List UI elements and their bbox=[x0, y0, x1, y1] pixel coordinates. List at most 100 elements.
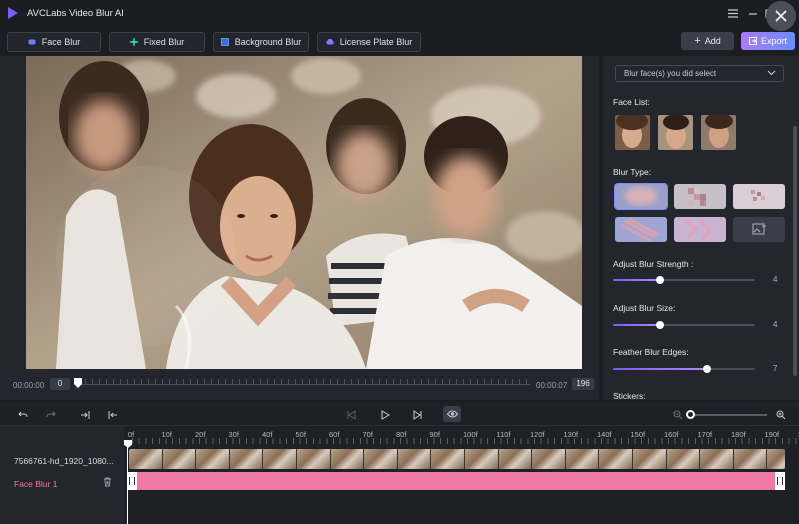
video-thumbnail bbox=[532, 449, 566, 469]
blur-type-pixel[interactable] bbox=[733, 184, 785, 209]
video-track-strip[interactable] bbox=[129, 449, 785, 469]
fixed-blur-label: Fixed Blur bbox=[143, 37, 185, 47]
blur-strength-knob[interactable] bbox=[655, 276, 664, 284]
license-plate-blur-label: License Plate Blur bbox=[339, 37, 413, 47]
car-icon bbox=[326, 39, 334, 45]
blur-type-mosaic[interactable] bbox=[674, 184, 726, 209]
zoom-slider[interactable] bbox=[689, 414, 767, 416]
blur-strength-label: Adjust Blur Strength : bbox=[613, 259, 694, 269]
blur-size-slider[interactable] bbox=[613, 321, 755, 329]
video-thumbnail bbox=[129, 449, 163, 469]
blur-strength-slider[interactable] bbox=[613, 276, 755, 284]
plus-icon: + bbox=[694, 35, 701, 47]
face-thumb-2[interactable] bbox=[658, 115, 693, 150]
video-preview[interactable] bbox=[26, 56, 582, 369]
chevron-down-icon bbox=[767, 69, 776, 78]
video-thumbnail bbox=[263, 449, 297, 469]
video-thumbnail bbox=[196, 449, 230, 469]
video-frame-image bbox=[26, 56, 582, 369]
settings-scrollbar[interactable] bbox=[793, 126, 797, 376]
video-thumbnail bbox=[431, 449, 465, 469]
video-thumbnail bbox=[229, 449, 264, 469]
feather-slider[interactable] bbox=[613, 365, 755, 373]
redo-icon[interactable] bbox=[44, 408, 58, 422]
video-thumbnail bbox=[162, 449, 197, 469]
clip-end-handle[interactable] bbox=[775, 472, 785, 490]
face-selection-value: Blur face(s) you did select bbox=[624, 69, 717, 78]
next-frame-icon[interactable] bbox=[411, 408, 425, 422]
current-time: 00:00:00 bbox=[13, 381, 45, 390]
scrub-playhead[interactable] bbox=[74, 378, 82, 388]
video-thumbnail bbox=[296, 449, 331, 469]
add-label: Add bbox=[704, 36, 721, 46]
video-thumbnail bbox=[464, 449, 499, 469]
image-add-icon bbox=[752, 223, 766, 235]
previous-frame-icon[interactable] bbox=[344, 408, 358, 422]
trash-icon[interactable] bbox=[103, 477, 112, 487]
blur-type-glass[interactable] bbox=[615, 217, 667, 242]
face-mask-icon bbox=[28, 39, 36, 45]
undo-icon[interactable] bbox=[16, 408, 30, 422]
current-frame-box[interactable]: 0 bbox=[50, 378, 70, 390]
clip-start-handle[interactable] bbox=[127, 472, 137, 490]
face-selection-dropdown[interactable]: Blur face(s) you did select bbox=[615, 65, 784, 82]
zoom-out-icon[interactable] bbox=[671, 408, 685, 422]
title-bar: AVCLabs Video Blur AI bbox=[0, 0, 799, 31]
face-blur-clip[interactable] bbox=[127, 472, 785, 490]
background-icon bbox=[220, 38, 229, 46]
video-thumbnail bbox=[767, 449, 785, 469]
preview-scrubber: 00:00:00 0 00:00:07 196 bbox=[0, 374, 599, 396]
face-blur-track-label[interactable]: Face Blur 1 bbox=[14, 479, 57, 489]
export-button[interactable]: Export bbox=[741, 32, 795, 50]
license-plate-blur-button[interactable]: License Plate Blur bbox=[317, 32, 421, 52]
blur-size-value: 4 bbox=[773, 320, 778, 329]
background-blur-button[interactable]: Background Blur bbox=[213, 32, 309, 52]
face-thumb-3[interactable] bbox=[701, 115, 736, 150]
face-thumb-1[interactable] bbox=[615, 115, 650, 150]
settings-panel: Blur face(s) you did select Face List: B… bbox=[603, 56, 799, 400]
track-labels: 7566761-hd_1920_1080... Face Blur 1 bbox=[0, 426, 124, 524]
feather-knob[interactable] bbox=[702, 365, 711, 373]
preview-panel: 00:00:00 0 00:00:07 196 bbox=[0, 56, 599, 400]
blur-type-label: Blur Type: bbox=[613, 167, 652, 177]
video-track-label[interactable]: 7566761-hd_1920_1080... bbox=[14, 456, 114, 466]
face-blur-button[interactable]: Face Blur bbox=[7, 32, 101, 52]
split-right-icon[interactable] bbox=[78, 408, 92, 422]
timeline-panel: 7566761-hd_1920_1080... Face Blur 1 0f 10… bbox=[0, 402, 799, 524]
timeline-ruler[interactable]: 0f 10f 20f 30f 40f 50f 60f 70f 80f 90f 100f 110f 120… bbox=[124, 426, 799, 444]
video-thumbnail bbox=[330, 449, 365, 469]
video-thumbnail bbox=[733, 449, 768, 469]
blur-strength-fill bbox=[613, 279, 660, 281]
blur-strength-value: 4 bbox=[773, 275, 778, 284]
blur-type-gaussian[interactable] bbox=[614, 183, 668, 210]
video-thumbnail bbox=[364, 449, 398, 469]
fixed-blur-button[interactable]: Fixed Blur bbox=[109, 32, 205, 52]
blur-size-knob[interactable] bbox=[655, 321, 664, 329]
video-thumbnail bbox=[599, 449, 633, 469]
timeline-playhead[interactable] bbox=[127, 445, 128, 524]
timeline-toolbar bbox=[0, 402, 799, 426]
stickers-label: Stickers: bbox=[613, 391, 646, 400]
export-icon bbox=[749, 37, 757, 45]
scrub-track[interactable] bbox=[78, 384, 530, 385]
zoom-slider-knob[interactable] bbox=[686, 410, 695, 419]
face-list-label: Face List: bbox=[613, 97, 650, 107]
video-thumbnail bbox=[397, 449, 432, 469]
face-blur-label: Face Blur bbox=[41, 37, 81, 47]
feather-label: Feather Blur Edges: bbox=[613, 347, 689, 357]
zoom-in-icon[interactable] bbox=[774, 408, 788, 422]
preview-toggle-eye-icon[interactable] bbox=[443, 406, 461, 422]
play-icon[interactable] bbox=[378, 408, 392, 422]
blur-type-custom-image[interactable] bbox=[733, 217, 785, 242]
ruler-ticks bbox=[132, 438, 799, 444]
close-icon[interactable] bbox=[766, 1, 796, 31]
total-frame-box[interactable]: 196 bbox=[572, 378, 594, 390]
app-title: AVCLabs Video Blur AI bbox=[27, 7, 124, 19]
blur-type-crystal[interactable] bbox=[674, 217, 726, 242]
add-button[interactable]: + Add bbox=[681, 32, 734, 50]
hamburger-icon[interactable] bbox=[723, 3, 743, 23]
timeline-playhead-handle[interactable] bbox=[124, 440, 132, 448]
split-left-icon[interactable] bbox=[106, 408, 120, 422]
blur-size-label: Adjust Blur Size: bbox=[613, 303, 676, 313]
total-time: 00:00:07 bbox=[536, 381, 568, 390]
